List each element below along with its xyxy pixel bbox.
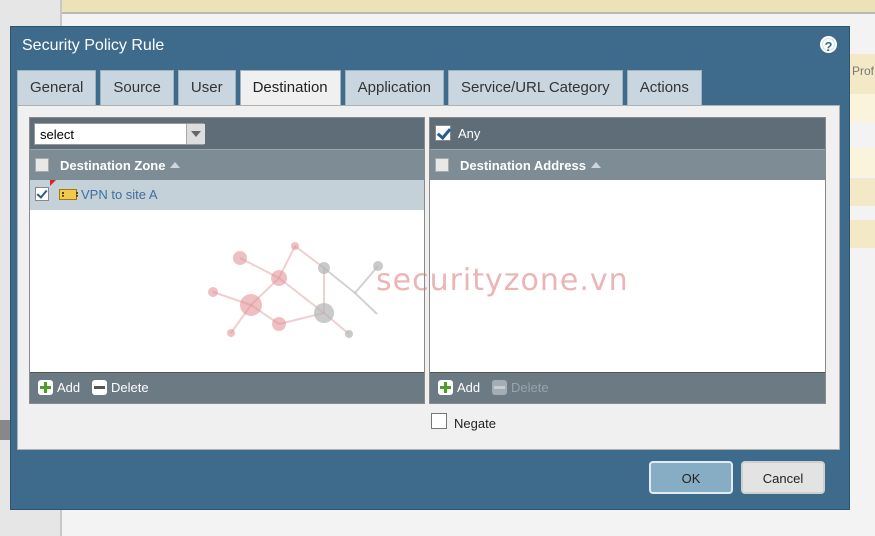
- add-icon: [38, 380, 53, 395]
- tab-general[interactable]: General: [17, 70, 97, 105]
- add-icon: [438, 380, 453, 395]
- negate-checkbox[interactable]: [431, 413, 447, 429]
- any-label: Any: [458, 126, 481, 141]
- delete-address-button: Delete: [492, 380, 549, 397]
- tab-service-url-category[interactable]: Service/URL Category: [448, 70, 623, 105]
- negate-label: Negate: [454, 416, 496, 431]
- tab-source[interactable]: Source: [100, 70, 174, 105]
- background-header: [62, 0, 875, 14]
- select-all-zones-checkbox[interactable]: [35, 158, 49, 172]
- add-address-label: Add: [457, 380, 481, 395]
- destination-address-header[interactable]: Destination Address: [430, 149, 825, 180]
- zone-footer: Add Delete: [30, 372, 424, 403]
- tab-bar: General Source User Destination Applicat…: [17, 70, 702, 106]
- delete-zone-button[interactable]: Delete: [92, 380, 149, 397]
- zone-name[interactable]: VPN to site A: [81, 187, 158, 202]
- destination-address-grid: Any Destination Address Add Delete: [429, 117, 826, 404]
- security-policy-rule-dialog: Security Policy Rule ? General Source Us…: [10, 26, 850, 510]
- delete-zone-label: Delete: [111, 380, 149, 395]
- dialog-title: Security Policy Rule: [22, 37, 165, 54]
- destination-zone-grid: select Destination Zone VPN to site A Ad…: [29, 117, 425, 404]
- destination-zone-header-text: Destination Zone: [60, 158, 166, 173]
- background-row: [850, 148, 875, 176]
- zone-toolbar: select: [30, 118, 424, 149]
- select-all-addresses-checkbox[interactable]: [435, 158, 449, 172]
- tab-application[interactable]: Application: [344, 70, 445, 105]
- any-checkbox[interactable]: [435, 125, 451, 141]
- add-zone-button[interactable]: Add: [38, 380, 80, 397]
- delete-address-label: Delete: [511, 380, 549, 395]
- destination-address-header-text: Destination Address: [460, 158, 586, 173]
- address-toolbar: Any: [430, 118, 825, 149]
- ok-button[interactable]: OK: [649, 461, 733, 494]
- add-address-button[interactable]: Add: [438, 380, 480, 397]
- background-row: [850, 94, 875, 122]
- sort-ascending-icon[interactable]: [590, 162, 601, 168]
- background-row: [850, 220, 875, 248]
- modified-marker-icon: [50, 180, 56, 186]
- tab-actions[interactable]: Actions: [626, 70, 702, 105]
- add-zone-label: Add: [57, 380, 81, 395]
- background-row: [850, 178, 875, 206]
- tab-destination[interactable]: Destination: [239, 70, 341, 106]
- chevron-down-icon[interactable]: [186, 124, 205, 144]
- delete-icon: [92, 380, 107, 395]
- destination-zone-header[interactable]: Destination Zone: [30, 149, 424, 180]
- zone-select-dropdown[interactable]: select: [34, 123, 205, 145]
- destination-address-header-label: Destination Address: [460, 158, 601, 173]
- delete-icon: [492, 380, 507, 395]
- background-column-header: Prof: [850, 54, 875, 94]
- sort-ascending-icon[interactable]: [170, 162, 181, 168]
- background-scrollbar: [0, 420, 10, 440]
- table-row[interactable]: VPN to site A: [30, 180, 424, 210]
- zone-select-value: select: [40, 127, 74, 142]
- help-icon[interactable]: ?: [820, 36, 837, 54]
- row-checkbox[interactable]: [35, 187, 49, 201]
- zone-icon: [59, 189, 78, 200]
- cancel-button[interactable]: Cancel: [741, 461, 825, 494]
- tab-user[interactable]: User: [177, 70, 236, 105]
- address-footer: Add Delete: [430, 372, 825, 403]
- destination-panel: select Destination Zone VPN to site A Ad…: [17, 105, 840, 450]
- destination-zone-header-label: Destination Zone: [60, 158, 181, 173]
